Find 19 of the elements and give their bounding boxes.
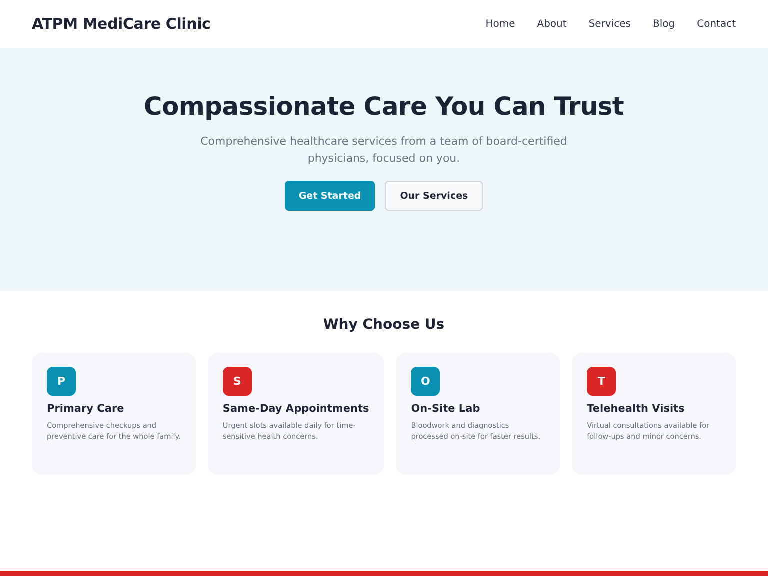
brand-name: ATPM MediCare Clinic (32, 15, 211, 33)
section-title: Why Choose Us (323, 317, 445, 333)
card-title: On-Site Lab (411, 403, 482, 415)
nav-link[interactable]: Contact (697, 18, 736, 30)
nav-link[interactable]: Services (588, 18, 631, 30)
nav-link[interactable]: Blog (652, 18, 676, 30)
get-started-button[interactable]: Get Started (284, 181, 376, 211)
nav-link[interactable]: Home (486, 18, 516, 30)
letter-badge: P (47, 367, 76, 396)
letter-badge: T (587, 367, 616, 396)
hero-title: Compassionate Care You Can Trust (144, 92, 624, 121)
letter-badge: O (411, 367, 440, 396)
services-button[interactable]: Our Services (385, 181, 484, 211)
card-title: Telehealth Visits (587, 403, 686, 415)
hero-subtitle: Comprehensive healthcare services from a team of board-certified physicians, focused on you. (200, 134, 568, 167)
card-title: Same-Day Appointments (222, 403, 370, 415)
card-title: Primary Care (47, 403, 126, 415)
letter-badge: S (222, 367, 252, 396)
nav-link[interactable]: About (537, 18, 567, 30)
